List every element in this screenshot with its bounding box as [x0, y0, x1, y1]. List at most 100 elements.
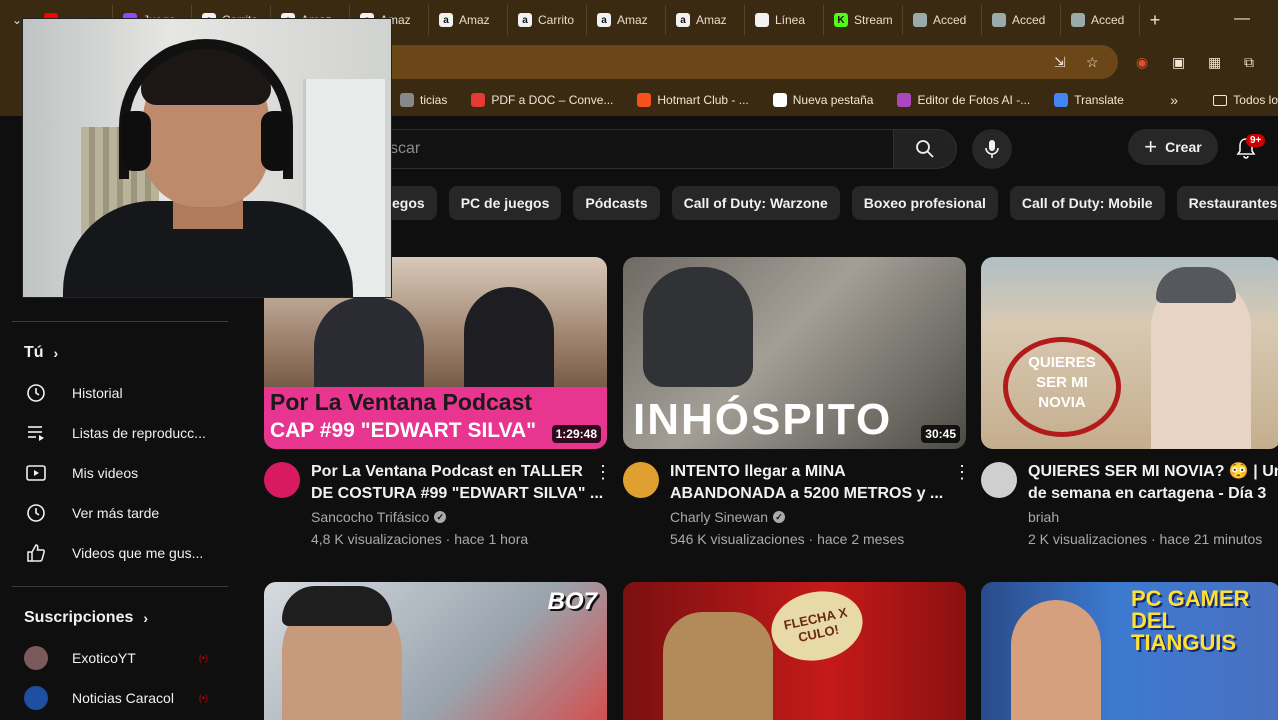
amazon-icon: a — [518, 13, 532, 27]
sidebar-item-label: Listas de reproducc... — [72, 425, 206, 441]
browser-tab[interactable]: Acced — [982, 5, 1061, 35]
voice-search-button[interactable] — [972, 129, 1012, 169]
channel-name[interactable]: Charly Sinewan ✓ — [670, 509, 786, 525]
browser-tab[interactable]: a Amaz — [429, 5, 508, 35]
video-views: 2 K visualizaciones — [1028, 531, 1148, 547]
tab-label: Carrito — [538, 13, 575, 27]
filter-chip[interactable]: Pódcasts — [573, 186, 660, 220]
sidebar-item-label: Ver más tarde — [72, 505, 160, 521]
browser-tab[interactable]: Línea — [745, 5, 824, 35]
browser-tab[interactable]: Acced — [1061, 5, 1140, 35]
subscription-item[interactable]: Noticias Caracol (•) — [24, 678, 234, 718]
bookmark-item[interactable]: Translate — [1054, 93, 1124, 107]
extension-icon[interactable]: ▦ — [1208, 54, 1221, 71]
thumb-text: Por La Ventana Podcast — [270, 389, 533, 415]
channel-name-text: Sancocho Trifásico — [311, 509, 430, 525]
thumb-text: PC GAMER DEL TIANGUIS — [1131, 586, 1250, 655]
filter-chip[interactable]: Boxeo profesional — [851, 186, 998, 220]
video-thumbnail[interactable]: INHÓSPITO 30:45 — [623, 257, 966, 449]
video-duration: 30:45 — [921, 425, 960, 443]
sidebar-item[interactable]: Historial — [24, 373, 234, 413]
sidebar-item[interactable]: Ver más tarde — [24, 493, 234, 533]
search-input[interactable] — [370, 129, 894, 169]
bookmarks-more-button[interactable]: » — [1170, 92, 1178, 108]
folder-icon — [1213, 94, 1228, 106]
browser-tab[interactable]: a Amaz — [587, 5, 666, 35]
sidebar-item[interactable]: Listas de reproducc... — [24, 413, 234, 453]
channel-name[interactable]: Sancocho Trifásico ✓ — [311, 509, 447, 525]
video-duration: 1:29:48 — [551, 425, 601, 443]
microphone-icon — [985, 140, 999, 158]
search-button[interactable] — [893, 129, 957, 169]
tab-label: Acced — [1012, 13, 1046, 27]
bookmark-label: Editor de Fotos AI -... — [917, 93, 1031, 107]
chevron-right-icon: › — [143, 610, 149, 626]
video-meta: 546 K visualizaciones · hace 2 meses — [670, 531, 904, 547]
tab-label: Acced — [1091, 13, 1125, 27]
tab-label: Amaz — [617, 13, 648, 27]
filter-chip[interactable]: Restaurantes — [1176, 186, 1278, 220]
channel-avatar — [24, 646, 48, 670]
bookmark-star-icon[interactable]: ☆ — [1086, 54, 1099, 71]
video-thumbnail[interactable]: QUIERES SER MI NOVIA — [981, 257, 1278, 449]
video-title-line[interactable]: ABANDONADA a 5200 METROS y ... — [670, 483, 950, 505]
video-views: 4,8 K visualizaciones — [311, 531, 442, 547]
sidebar: Tú › Historial Listas de reproducc... Mis … — [0, 300, 240, 720]
cap-shape — [1156, 267, 1236, 303]
bookmark-item[interactable]: PDF a DOC – Conve... — [471, 93, 613, 107]
browser-tab[interactable]: a Amaz — [666, 5, 745, 35]
sidebar-item[interactable]: Mis videos — [24, 453, 234, 493]
webcam-overlay — [22, 18, 392, 298]
video-thumbnail[interactable]: PC GAMER DEL TIANGUIS — [981, 582, 1278, 720]
video-title-line[interactable]: DE COSTURA #99 "EDWART SILVA" ... — [311, 483, 603, 505]
search-placeholder: scar — [390, 140, 421, 157]
bookmark-item[interactable]: Editor de Fotos AI -... — [897, 93, 1030, 107]
video-title-line[interactable]: de semana en cartagena - Día 3 — [1028, 483, 1278, 505]
bookmark-item[interactable]: Hotmart Club - ... — [637, 93, 749, 107]
filter-chip[interactable]: Call of Duty: Mobile — [1009, 186, 1165, 220]
bookmark-item[interactable]: ticias — [400, 93, 447, 107]
playlist-icon — [24, 421, 48, 445]
amazon-icon: a — [597, 13, 611, 27]
video-title-line[interactable]: QUIERES SER MI NOVIA? 😳 | Un fin — [1028, 461, 1278, 483]
headphone-cup — [261, 111, 291, 171]
channel-name[interactable]: briah — [1028, 509, 1059, 525]
extension-icon[interactable]: ▣ — [1172, 54, 1185, 71]
channel-avatar[interactable] — [623, 462, 659, 498]
bookmark-item[interactable]: Nueva pestaña — [772, 93, 873, 107]
watch-later-icon — [24, 501, 48, 525]
create-button[interactable]: + Crear — [1128, 129, 1218, 165]
tab-label: Acced — [933, 13, 967, 27]
channel-avatar[interactable] — [264, 462, 300, 498]
more-options-icon[interactable]: ⋮ — [953, 462, 971, 483]
video-thumbnail[interactable]: FLECHA X CULO! — [623, 582, 966, 720]
video-meta: 2 K visualizaciones · hace 21 minutos — [1028, 531, 1262, 547]
sidebar-item[interactable]: Videos que me gus... — [24, 533, 234, 573]
browser-tab[interactable]: a Carrito — [508, 5, 587, 35]
all-bookmarks-button[interactable]: Todos lo — [1213, 93, 1278, 107]
bookmark-label: PDF a DOC – Conve... — [491, 93, 614, 107]
video-title-line[interactable]: INTENTO llegar a MINA — [670, 461, 950, 483]
more-options-icon[interactable]: ⋮ — [594, 462, 612, 483]
you-section-title[interactable]: Tú › — [24, 344, 58, 362]
thumb-text: CAP #99 "EDWART SILVA" — [270, 419, 537, 442]
kick-icon: K — [834, 13, 848, 27]
extension-icon[interactable]: ◉ — [1136, 54, 1148, 71]
subscription-item[interactable]: ExoticoYT (•) — [24, 638, 234, 678]
subscriptions-section-title[interactable]: Suscripciones › — [24, 609, 148, 627]
filter-chip[interactable]: PC de juegos — [448, 186, 562, 220]
puzzle-icon[interactable]: ⧉ — [1244, 54, 1254, 71]
browser-tab[interactable]: Acced — [903, 5, 982, 35]
settings-icon — [755, 13, 769, 27]
video-thumbnail[interactable]: BO7 — [264, 582, 607, 720]
verified-check-icon: ✓ — [773, 511, 786, 523]
minimize-button[interactable]: — — [1234, 10, 1250, 28]
channel-avatar[interactable] — [981, 462, 1017, 498]
my-videos-icon — [24, 461, 48, 485]
video-title-line[interactable]: Por La Ventana Podcast en TALLER — [311, 461, 591, 483]
browser-tab[interactable]: K Stream — [824, 5, 903, 35]
bookmark-label: Translate — [1074, 93, 1124, 107]
install-app-icon[interactable]: ⇲ — [1054, 54, 1066, 71]
filter-chip[interactable]: Call of Duty: Warzone — [671, 186, 840, 220]
new-tab-button[interactable]: + — [1140, 10, 1170, 31]
